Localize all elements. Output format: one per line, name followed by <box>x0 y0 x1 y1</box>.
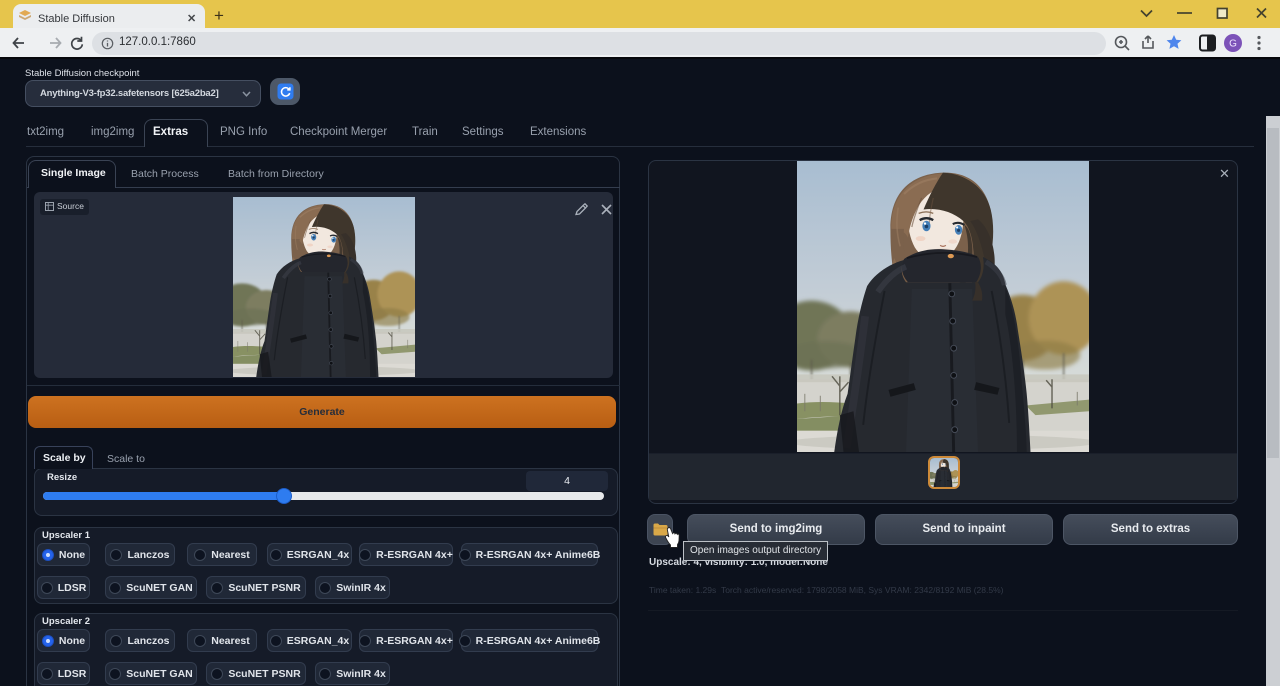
svg-text:G: G <box>1229 39 1237 50</box>
